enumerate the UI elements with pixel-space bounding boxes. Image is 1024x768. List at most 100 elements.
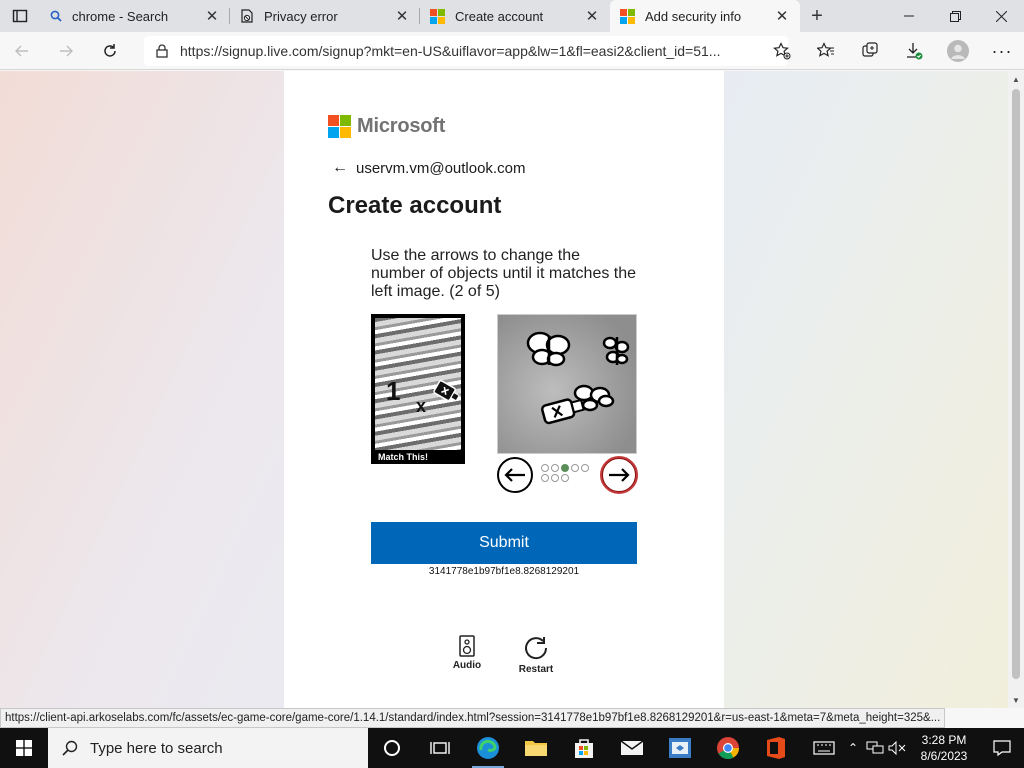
downloads-button[interactable] <box>892 32 936 70</box>
tab-actions-button[interactable] <box>0 0 40 32</box>
privacy-error-icon <box>241 9 253 23</box>
start-button[interactable] <box>0 728 48 768</box>
scroll-up-icon[interactable]: ▲ <box>1008 71 1024 87</box>
toolbar-right: ··· <box>760 32 1024 70</box>
taskbar: Type here to search ⌃ 3:28 PM 8/6/2023 <box>0 728 1024 768</box>
back-arrow-icon[interactable]: ← <box>332 159 348 177</box>
challenge-instructions: Use the arrows to change the number of o… <box>371 247 637 300</box>
windows-logo-icon <box>16 740 32 756</box>
taskbar-search[interactable]: Type here to search <box>48 728 368 768</box>
more-menu-button[interactable]: ··· <box>980 32 1024 70</box>
favorites-button[interactable] <box>804 32 848 70</box>
restart-button[interactable]: Restart <box>516 635 556 675</box>
taskbar-store[interactable] <box>560 728 608 768</box>
keyboard-button[interactable] <box>806 741 842 755</box>
favorites-icon <box>817 42 834 57</box>
close-tab-icon[interactable]: ✕ <box>394 7 410 25</box>
scrollbar-thumb[interactable] <box>1012 89 1020 679</box>
microsoft-logo-icon <box>620 8 635 24</box>
reference-symbol: x <box>416 396 427 416</box>
left-arrow-icon <box>504 468 525 482</box>
app-window-icon <box>669 738 691 758</box>
tab-privacy-error[interactable]: Privacy error ✕ <box>230 0 420 32</box>
refresh-button[interactable] <box>88 32 132 70</box>
close-tab-icon[interactable]: ✕ <box>204 7 220 25</box>
butterfly-icon <box>526 331 571 367</box>
search-icon <box>50 10 62 22</box>
microsoft-logo: Microsoft <box>328 115 445 138</box>
collections-button[interactable] <box>848 32 892 70</box>
add-favorite-button[interactable] <box>760 32 804 70</box>
restart-icon <box>525 637 548 660</box>
close-tab-icon[interactable]: ✕ <box>584 7 600 25</box>
tab-chrome-search[interactable]: chrome - Search ✕ <box>40 0 230 32</box>
tray-overflow-button[interactable]: ⌃ <box>842 741 864 755</box>
cortana-icon <box>384 740 400 756</box>
speaker-icon <box>459 635 475 657</box>
taskbar-chrome[interactable] <box>704 728 752 768</box>
notification-icon <box>993 740 1011 756</box>
progress-dot <box>581 464 589 472</box>
download-icon <box>907 43 923 60</box>
task-view-button[interactable] <box>416 728 464 768</box>
refresh-icon <box>104 43 116 57</box>
new-tab-button[interactable]: + <box>800 0 834 32</box>
system-tray: ⌃ 3:28 PM 8/6/2023 <box>806 728 1024 768</box>
edge-icon <box>477 737 499 759</box>
match-this-label: Match This! <box>378 452 429 462</box>
restore-icon <box>949 10 961 22</box>
cortana-button[interactable] <box>368 728 416 768</box>
taskbar-office[interactable] <box>752 728 800 768</box>
tab-create-account[interactable]: Create account ✕ <box>420 0 610 32</box>
volume-button[interactable] <box>886 741 908 755</box>
microsoft-logo-icon <box>328 115 351 138</box>
back-button[interactable] <box>0 32 44 70</box>
taskbar-mail[interactable] <box>608 728 656 768</box>
minimize-button[interactable] <box>886 0 932 32</box>
taskbar-app-blue[interactable] <box>656 728 704 768</box>
chevron-up-icon: ⌃ <box>847 741 859 755</box>
window-controls <box>886 0 1024 32</box>
game-objects-illustration <box>526 331 630 425</box>
profile-button[interactable] <box>936 32 980 70</box>
challenge-game-image <box>497 314 637 454</box>
tab-add-security-info[interactable]: Add security info ✕ <box>610 0 800 32</box>
audio-button[interactable]: Audio <box>452 635 482 671</box>
audio-label: Audio <box>452 660 482 671</box>
progress-dot <box>551 474 559 482</box>
search-icon <box>62 740 78 756</box>
tab-label: chrome - Search <box>72 8 169 24</box>
signup-card: Microsoft ← uservm.vm@outlook.com Create… <box>284 71 724 708</box>
clock[interactable]: 3:28 PM 8/6/2023 <box>908 732 980 764</box>
right-arrow-icon <box>609 468 630 482</box>
taskbar-file-explorer[interactable] <box>512 728 560 768</box>
mail-icon <box>620 740 644 755</box>
scroll-down-icon[interactable]: ▼ <box>1008 692 1024 708</box>
clock-date: 8/6/2023 <box>920 749 968 763</box>
notifications-button[interactable] <box>980 740 1024 756</box>
close-window-button[interactable] <box>978 0 1024 32</box>
tab-label: Create account <box>455 8 544 24</box>
page-title: Create account <box>328 192 502 219</box>
page-viewport: Microsoft ← uservm.vm@outlook.com Create… <box>0 71 1008 708</box>
next-arrow-button[interactable] <box>600 456 638 494</box>
forward-arrow-icon <box>60 45 73 56</box>
reference-image: 1 x Match This! <box>371 314 465 464</box>
forward-button[interactable] <box>44 32 88 70</box>
lock-icon[interactable] <box>156 44 168 58</box>
submit-button[interactable]: Submit <box>371 522 637 564</box>
butterfly-icon <box>602 336 630 365</box>
network-button[interactable] <box>864 741 886 755</box>
store-icon <box>575 739 593 758</box>
close-tab-icon[interactable]: ✕ <box>774 7 790 25</box>
address-bar[interactable]: https://signup.live.com/signup?mkt=en-US… <box>144 36 788 66</box>
previous-arrow-button[interactable] <box>497 457 533 493</box>
vertical-scrollbar[interactable]: ▲ ▼ <box>1008 71 1024 708</box>
restart-label: Restart <box>518 664 554 675</box>
identity-banner[interactable]: ← uservm.vm@outlook.com <box>332 159 525 177</box>
restore-button[interactable] <box>932 0 978 32</box>
browser-toolbar: https://signup.live.com/signup?mkt=en-US… <box>0 32 1024 70</box>
progress-dot <box>571 464 579 472</box>
keyboard-icon <box>813 741 835 755</box>
taskbar-edge[interactable] <box>464 728 512 768</box>
